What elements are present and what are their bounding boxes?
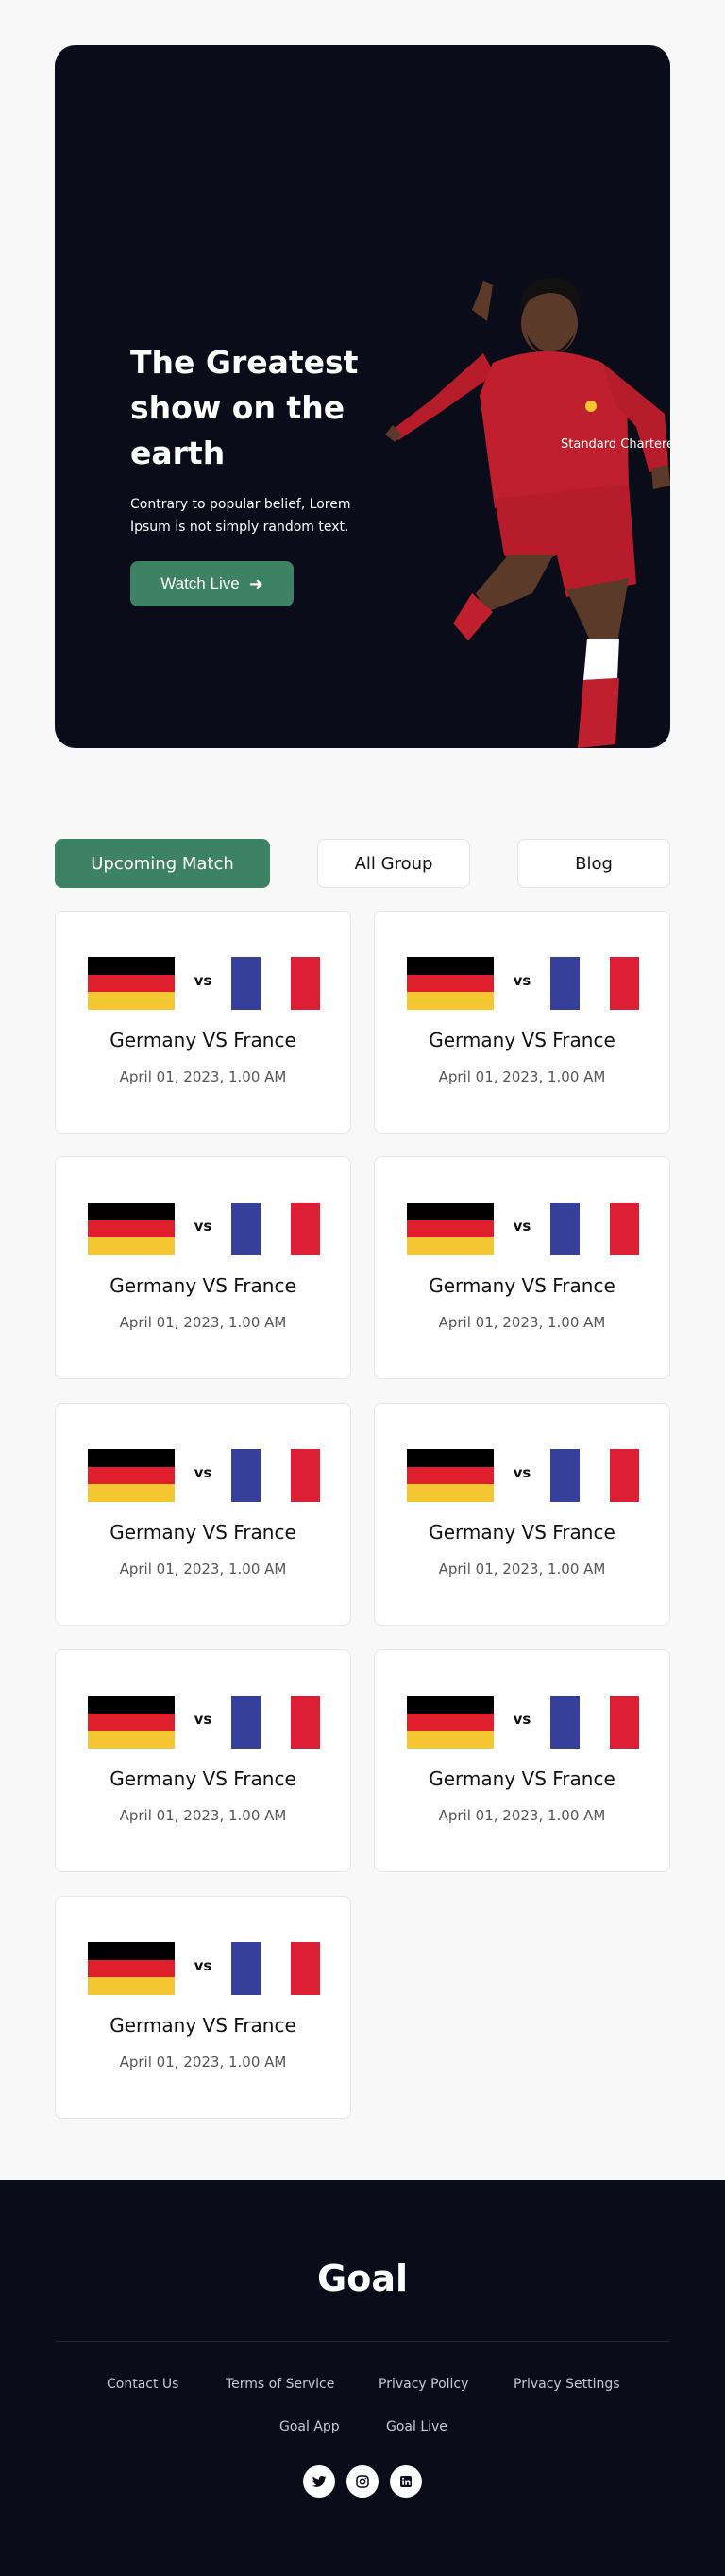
match-card[interactable]: vs Germany VS France April 01, 2023, 1.0…: [374, 1649, 670, 1872]
france-flag-icon: [231, 1203, 320, 1255]
match-date: April 01, 2023, 1.00 AM: [119, 2054, 287, 2071]
footer-divider: [55, 2341, 670, 2342]
vs-label: vs: [194, 1711, 212, 1728]
germany-flag-icon: [407, 957, 494, 1010]
footer-logo[interactable]: Goal: [0, 2258, 725, 2299]
germany-flag-icon: [407, 1203, 494, 1255]
tab-upcoming-match[interactable]: Upcoming Match: [55, 839, 270, 888]
match-title: Germany VS France: [110, 1029, 296, 1051]
match-title: Germany VS France: [110, 2014, 296, 2037]
match-date: April 01, 2023, 1.00 AM: [438, 1807, 606, 1824]
vs-label: vs: [194, 1464, 212, 1481]
hero-banner: The Greatest show on the earth Contrary …: [55, 45, 670, 748]
germany-flag-icon: [88, 1203, 175, 1255]
twitter-icon[interactable]: [303, 2465, 335, 2498]
match-tabs: Upcoming Match All Group Blog: [55, 839, 670, 888]
match-card[interactable]: vs Germany VS France April 01, 2023, 1.0…: [55, 1156, 351, 1379]
france-flag-icon: [231, 1449, 320, 1502]
footer-link-goal-app[interactable]: Goal App: [279, 2419, 340, 2434]
match-date: April 01, 2023, 1.00 AM: [438, 1314, 606, 1331]
social-links: [0, 2465, 725, 2498]
germany-flag-icon: [407, 1449, 494, 1502]
france-flag-icon: [231, 957, 320, 1010]
footer-link-goal-live[interactable]: Goal Live: [386, 2419, 447, 2434]
france-flag-icon: [231, 1696, 320, 1749]
match-title: Germany VS France: [110, 1274, 296, 1297]
footer-link-terms-of-service[interactable]: Terms of Service: [226, 2377, 334, 2392]
match-date: April 01, 2023, 1.00 AM: [119, 1068, 287, 1085]
france-flag-icon: [550, 957, 639, 1010]
match-date: April 01, 2023, 1.00 AM: [119, 1561, 287, 1578]
hero-description: Contrary to popular belief, Lorem Ipsum …: [130, 497, 351, 535]
match-card[interactable]: vs Germany VS France April 01, 2023, 1.0…: [374, 1156, 670, 1379]
match-card[interactable]: vs Germany VS France April 01, 2023, 1.0…: [55, 1649, 351, 1872]
france-flag-icon: [231, 1942, 320, 1995]
player-image: Standard Chartered: [385, 277, 670, 748]
footer-link-privacy-policy[interactable]: Privacy Policy: [379, 2377, 468, 2392]
match-date: April 01, 2023, 1.00 AM: [119, 1807, 287, 1824]
match-card[interactable]: vs Germany VS France April 01, 2023, 1.0…: [374, 1403, 670, 1626]
germany-flag-icon: [88, 1449, 175, 1502]
sponsor-text: Standard Chartered: [561, 437, 670, 452]
france-flag-icon: [550, 1696, 639, 1749]
tab-all-group[interactable]: All Group: [317, 839, 470, 888]
vs-label: vs: [194, 972, 212, 989]
site-footer: Goal Contact Us Terms of Service Privacy…: [0, 2180, 725, 2576]
watch-live-label: Watch Live: [160, 574, 240, 592]
match-title: Germany VS France: [429, 1274, 615, 1297]
match-title: Germany VS France: [110, 1521, 296, 1544]
match-date: April 01, 2023, 1.00 AM: [438, 1068, 606, 1085]
footer-link-privacy-settings[interactable]: Privacy Settings: [514, 2377, 620, 2392]
hero-title: The Greatest show on the earth: [130, 344, 359, 471]
france-flag-icon: [550, 1203, 639, 1255]
tab-blog[interactable]: Blog: [517, 839, 670, 888]
match-card[interactable]: vs Germany VS France April 01, 2023, 1.0…: [374, 911, 670, 1134]
linkedin-icon[interactable]: [390, 2465, 422, 2498]
footer-link-contact-us[interactable]: Contact Us: [107, 2377, 178, 2392]
vs-label: vs: [513, 1218, 531, 1235]
vs-label: vs: [513, 972, 531, 989]
instagram-icon[interactable]: [346, 2465, 379, 2498]
vs-label: vs: [194, 1957, 212, 1974]
germany-flag-icon: [88, 957, 175, 1010]
match-title: Germany VS France: [429, 1521, 615, 1544]
france-flag-icon: [550, 1449, 639, 1502]
match-date: April 01, 2023, 1.00 AM: [119, 1314, 287, 1331]
match-title: Germany VS France: [429, 1029, 615, 1051]
germany-flag-icon: [407, 1696, 494, 1749]
vs-label: vs: [513, 1711, 531, 1728]
match-title: Germany VS France: [429, 1767, 615, 1790]
match-date: April 01, 2023, 1.00 AM: [438, 1561, 606, 1578]
arrow-right-icon: ➜: [248, 573, 263, 593]
match-title: Germany VS France: [110, 1767, 296, 1790]
match-card[interactable]: vs Germany VS France April 01, 2023, 1.0…: [55, 1896, 351, 2119]
germany-flag-icon: [88, 1696, 175, 1749]
match-card[interactable]: vs Germany VS France April 01, 2023, 1.0…: [55, 1403, 351, 1626]
vs-label: vs: [513, 1464, 531, 1481]
watch-live-button[interactable]: Watch Live ➜: [130, 561, 294, 606]
match-card[interactable]: vs Germany VS France April 01, 2023, 1.0…: [55, 911, 351, 1134]
vs-label: vs: [194, 1218, 212, 1235]
germany-flag-icon: [88, 1942, 175, 1995]
